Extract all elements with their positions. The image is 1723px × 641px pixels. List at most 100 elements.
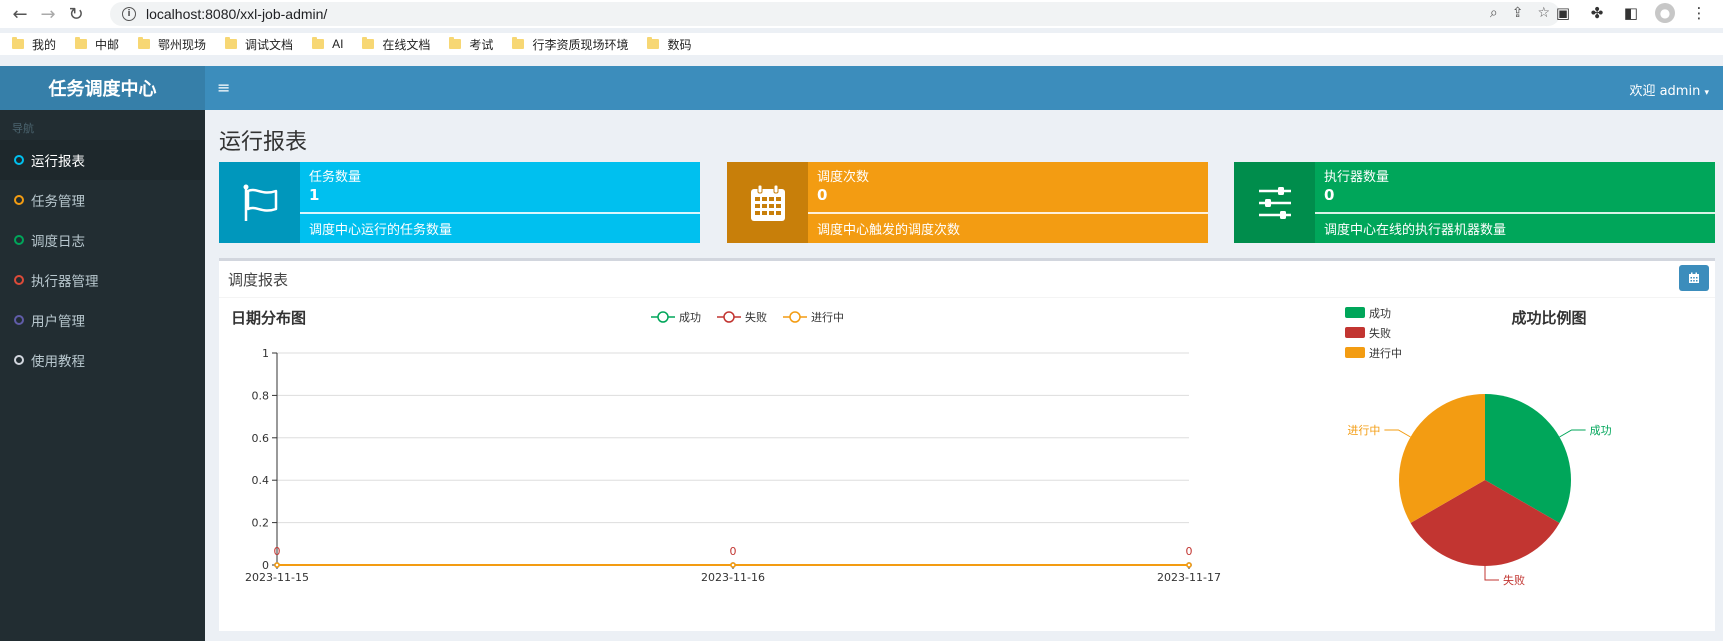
success-ratio-chart: 成功比例图 成功失败进行中 成功失败进行中 (1345, 307, 1612, 587)
caret-down-icon: ▾ (1704, 88, 1709, 98)
chart-title: 日期分布图 (231, 309, 306, 327)
chart-grid (277, 352, 1189, 566)
side-panel-icon[interactable]: ◧ (1621, 3, 1641, 23)
x-axis: 2023-11-15 2023-11-16 2023-11-17 (245, 564, 1221, 584)
calendar-icon (750, 184, 785, 221)
chart-series: 0 0 0 (274, 545, 1193, 568)
data-label: 0 (1186, 545, 1193, 558)
data-point (1186, 562, 1192, 568)
date-distribution-chart: 日期分布图 成功 失败 进行中 00.20.40.60.81 2023-11-15 2… (231, 309, 1221, 584)
info-box-description: 调度中心触发的调度次数 (817, 223, 961, 238)
bookmark-folder[interactable]: 考试 (449, 36, 493, 53)
site-info-icon[interactable]: i (122, 7, 136, 21)
legend-label: 失败 (745, 310, 767, 324)
bookmark-folder[interactable]: 在线文档 (362, 36, 430, 53)
folder-icon (225, 37, 238, 49)
info-box-body: 调度次数 0 调度中心触发的调度次数 (808, 162, 1208, 243)
report-panel-title: 调度报表 (228, 271, 289, 289)
sidebar-item-logs[interactable]: 调度日志 (0, 220, 205, 260)
legend-label: 进行中 (1369, 347, 1402, 360)
share-icon[interactable]: ⇪ (1512, 5, 1524, 21)
pie-label-line (1384, 429, 1411, 438)
reload-icon[interactable]: ↻ (64, 2, 88, 26)
sidebar-item-label: 使用教程 (31, 354, 85, 370)
info-box-description: 调度中心在线的执行器机器数量 (1324, 223, 1507, 238)
app-logo[interactable]: 任务调度中心 (0, 66, 205, 110)
hamburger-menu-icon[interactable]: ≡ (217, 78, 230, 97)
data-label: 0 (730, 545, 737, 558)
folder-icon (647, 37, 660, 49)
sidebar-item-label: 调度日志 (31, 234, 85, 250)
folder-icon (312, 37, 325, 49)
sidebar-item-help[interactable]: 使用教程 (0, 340, 205, 380)
info-box-executors: 执行器数量 0 调度中心在线的执行器机器数量 (1234, 162, 1715, 243)
legend-marker (723, 311, 735, 323)
circle-icon (14, 355, 24, 365)
info-box-triggers: 调度次数 0 调度中心触发的调度次数 (727, 162, 1208, 243)
pie-label: 成功 (1590, 424, 1612, 437)
top-navbar: ≡ 欢迎 admin ▾ (205, 66, 1723, 110)
profile-avatar-icon[interactable]: ● (1655, 3, 1675, 23)
info-box-body: 任务数量 1 调度中心运行的任务数量 (300, 162, 700, 243)
bookmark-folder[interactable]: 行李资质现场环境 (512, 36, 628, 53)
address-bar[interactable]: i localhost:8080/xxl-job-admin/ ⌕ ⇪ ☆ (110, 2, 1560, 26)
back-arrow-icon[interactable]: ← (8, 2, 32, 26)
info-box-description: 调度中心运行的任务数量 (309, 223, 453, 238)
folder-icon (12, 37, 24, 49)
legend-label: 成功 (679, 311, 701, 324)
sidebar-item-executors[interactable]: 执行器管理 (0, 260, 205, 300)
legend-swatch (1345, 307, 1365, 318)
legend-marker (789, 311, 801, 323)
info-box-icon (1234, 162, 1315, 243)
data-point (730, 562, 736, 568)
bookmark-folder[interactable]: 调试文档 (225, 36, 293, 53)
circle-icon (14, 315, 24, 325)
puzzle-icon[interactable]: ✤ (1587, 3, 1607, 23)
folder-icon (362, 37, 375, 49)
pie-slices (1399, 394, 1571, 566)
sidebar-item-users[interactable]: 用户管理 (0, 300, 205, 340)
legend-marker (657, 311, 669, 323)
calendar-icon (1689, 272, 1699, 283)
sidebar-item-label: 任务管理 (31, 194, 85, 210)
x-tick-label: 2023-11-17 (1157, 571, 1221, 584)
extension-icon[interactable]: ▣ (1553, 3, 1573, 23)
bookmark-folder[interactable]: AI (312, 37, 343, 51)
bookmark-folder[interactable]: 中邮 (75, 36, 119, 53)
nav-header: 导航 (12, 122, 34, 135)
forward-arrow-icon[interactable]: → (36, 2, 60, 26)
sidebar: 任务调度中心 导航 运行报表 任务管理 调度日志 执行器管理 用户管理 使用教程 (0, 66, 205, 641)
info-box-number: 1 (309, 186, 320, 204)
info-box-icon (219, 162, 300, 243)
main-content: 运行报表 任务数量 1 调度中心运行的任务数量 调度次数 0 调度中心触发的调度… (205, 110, 1723, 641)
info-box-body: 执行器数量 0 调度中心在线的执行器机器数量 (1315, 162, 1715, 243)
report-panel: 调度报表 日期分布图 成功 失败 进行中 0 0.2 0.4 0.6 0.8 1 2023-1… (219, 258, 1715, 631)
date-range-button[interactable] (1679, 265, 1709, 291)
sliders-icon (1258, 186, 1291, 219)
menu-dots-icon[interactable]: ⋮ (1689, 3, 1709, 23)
bookmark-folder[interactable]: 数码 (647, 36, 691, 53)
app-shell: 任务调度中心 导航 运行报表 任务管理 调度日志 执行器管理 用户管理 使用教程… (0, 66, 1723, 641)
zoom-icon[interactable]: ⌕ (1490, 5, 1498, 21)
folder-icon (449, 37, 462, 49)
sidebar-item-report[interactable]: 运行报表 (0, 140, 205, 180)
sidebar-item-jobs[interactable]: 任务管理 (0, 180, 205, 220)
y-tick-label: 0.6 (252, 432, 270, 445)
sidebar-item-label: 用户管理 (31, 314, 85, 330)
info-box-progress (808, 212, 1208, 214)
legend-swatch (1345, 347, 1365, 358)
info-box-number: 0 (1324, 186, 1335, 204)
url-text[interactable]: localhost:8080/xxl-job-admin/ (146, 6, 327, 22)
pie-label-line (1559, 429, 1586, 438)
chart-legend: 成功 失败 进行中 (651, 310, 844, 324)
legend-swatch (1345, 327, 1365, 338)
y-tick-label: 0.4 (252, 474, 270, 487)
user-menu[interactable]: 欢迎 admin ▾ (1629, 80, 1709, 99)
bookmark-star-icon[interactable]: ☆ (1537, 5, 1550, 21)
info-box-icon (727, 162, 808, 243)
circle-icon (14, 235, 24, 245)
bookmark-folder[interactable]: 我的 (12, 36, 56, 53)
y-tick-label: 1 (262, 347, 269, 360)
bookmark-folder[interactable]: 鄂州现场 (138, 36, 206, 53)
info-box-label: 执行器数量 (1324, 170, 1390, 185)
